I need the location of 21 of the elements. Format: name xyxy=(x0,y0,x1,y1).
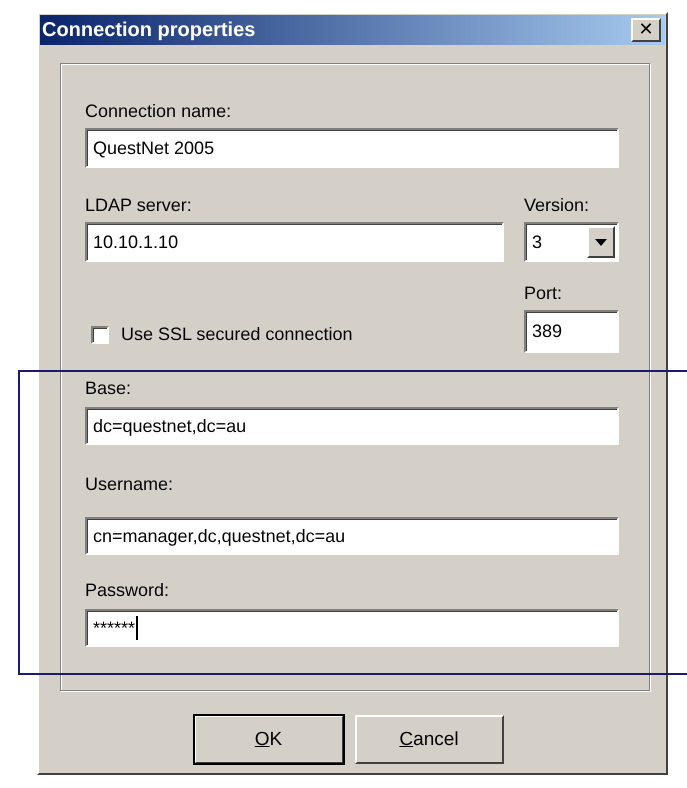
close-button[interactable]: ✕ xyxy=(631,18,661,42)
checkbox-label: Use SSL secured connection xyxy=(121,324,352,345)
field-label: Connection name: xyxy=(85,100,232,122)
input-field[interactable]: dc=questnet,dc=au xyxy=(85,407,619,445)
input-field[interactable]: 10.10.1.10 xyxy=(85,222,504,262)
password-field[interactable]: ****** xyxy=(85,609,619,647)
window-title: Connection properties xyxy=(42,18,256,42)
ok-button[interactable]: OK xyxy=(194,715,344,764)
input-field[interactable]: cn=manager,dc,questnet,dc=au xyxy=(85,517,619,555)
cancel-button[interactable]: Cancel xyxy=(354,715,504,764)
ssl-checkbox[interactable] xyxy=(91,326,109,344)
input-field[interactable]: QuestNet 2005 xyxy=(85,128,619,168)
field-label: Password: xyxy=(85,579,170,601)
version-dropdown[interactable]: 3 xyxy=(524,222,619,262)
caret-icon xyxy=(595,238,607,246)
field-label: Port: xyxy=(524,282,564,304)
input-field[interactable]: 389 xyxy=(524,310,619,353)
field-label: LDAP server: xyxy=(85,194,193,216)
field-label: Username: xyxy=(85,473,174,495)
field-label: Version: xyxy=(524,194,590,216)
field-label: Base: xyxy=(85,377,132,399)
